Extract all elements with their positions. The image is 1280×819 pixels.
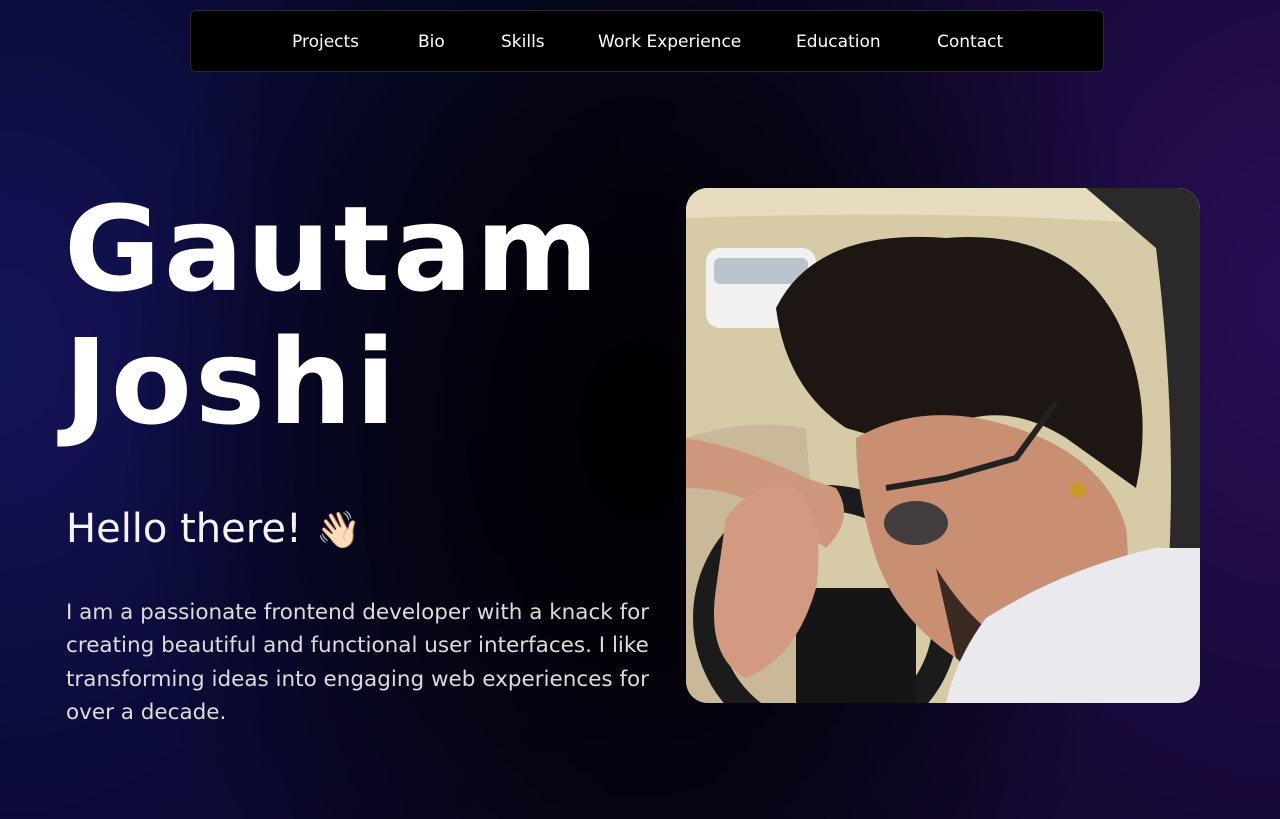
hero-first-name: Gautam [64, 180, 602, 318]
waving-hand-icon: 👋🏻 [315, 510, 361, 551]
hero-last-name: Joshi [64, 313, 399, 451]
nav-projects[interactable]: Projects [292, 11, 359, 73]
nav-skills[interactable]: Skills [501, 11, 545, 73]
bio-paragraph: I am a passionate frontend developer wit… [66, 599, 650, 726]
profile-photo-illustration [686, 188, 1200, 703]
profile-photo [686, 188, 1200, 703]
nav-education[interactable]: Education [796, 11, 881, 73]
nav-contact[interactable]: Contact [937, 11, 1003, 73]
main-nav: Projects Bio Skills Work Experience Educ… [190, 10, 1104, 72]
nav-bio[interactable]: Bio [418, 11, 445, 73]
greeting: Hello there! 👋🏻 [66, 506, 361, 552]
nav-work-experience[interactable]: Work Experience [598, 11, 741, 73]
greeting-text: Hello there! [66, 506, 302, 552]
